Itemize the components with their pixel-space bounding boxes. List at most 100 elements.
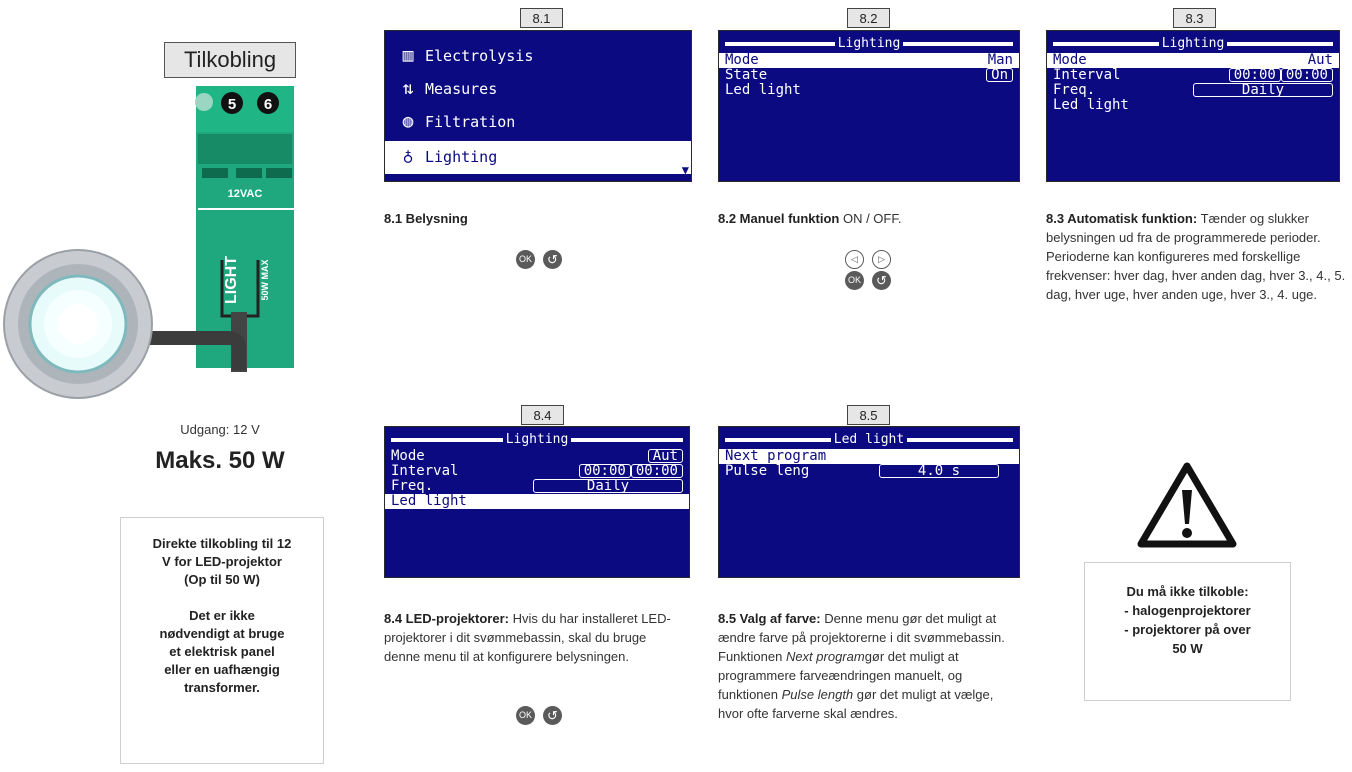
row-label: Led light <box>1053 97 1129 113</box>
note-line: transformer. <box>184 680 260 695</box>
freq-value[interactable]: Daily <box>533 479 683 493</box>
caption-emphasis: Next program <box>785 649 865 664</box>
warning-line: - halogenprojektorer <box>1124 603 1251 618</box>
row-next-program[interactable]: Next program <box>719 449 1019 464</box>
caption-title: 8.2 Manuel funktion <box>718 211 840 226</box>
menu-item-label: Measures <box>425 80 498 98</box>
note-line: et elektrisk panel <box>169 644 275 659</box>
right-arrow-button[interactable]: ▷ <box>872 250 891 269</box>
back-button[interactable]: ↺ <box>543 250 562 269</box>
caption-8-3: 8.3 Automatisk funktion: Tænder og slukk… <box>1046 209 1346 304</box>
row-label: Freq. <box>1053 82 1096 98</box>
mode-value: Man <box>987 52 1013 68</box>
left-arrow-button[interactable]: ◁ <box>845 250 864 269</box>
filtration-icon: ◍ <box>402 111 414 132</box>
warning-line: 50 W <box>1172 641 1203 656</box>
caption-8-2: 8.2 Manuel funktion ON / OFF. <box>718 209 901 228</box>
row-led-light[interactable]: Led light <box>719 83 1019 98</box>
row-label: Freq. <box>391 478 434 494</box>
row-label: Pulse leng <box>725 463 810 479</box>
back-button[interactable]: ↺ <box>872 271 891 290</box>
row-mode[interactable]: Mode Aut <box>1047 53 1339 68</box>
caption-text: ON / OFF. <box>839 211 902 226</box>
row-freq[interactable]: Freq. Daily <box>1047 83 1339 98</box>
menu-item-measures[interactable]: ⇅ Measures <box>385 73 691 106</box>
interval-end[interactable]: 00:00 <box>1280 68 1333 82</box>
note-line: Det er ikke <box>189 608 255 623</box>
terminal-6-label: 6 <box>264 96 272 113</box>
note-line: V for LED-projektor <box>162 554 282 569</box>
caption-title: 8.4 LED-projektorer: <box>384 611 509 626</box>
bulb-icon: ♁ <box>402 146 414 167</box>
row-pulse-length[interactable]: Pulse leng 4.0 s <box>719 464 1019 479</box>
screen-8-1-main-menu: ▥ Electrolysis ⇅ Measures ◍ Filtration ♁… <box>384 30 692 182</box>
row-freq[interactable]: Freq. Daily <box>385 479 689 494</box>
state-value[interactable]: On <box>986 68 1013 82</box>
row-state[interactable]: State On <box>719 68 1019 83</box>
screen-8-3-automatic: Lighting Mode Aut Interval 00:00 00:00 Fr… <box>1046 30 1340 182</box>
menu-item-label: Lighting <box>425 148 498 166</box>
max-power-label: Maks. 50 W <box>155 447 285 474</box>
screen-tag-8-4: 8.4 <box>521 405 564 425</box>
row-label: Led light <box>391 493 467 509</box>
back-button[interactable]: ↺ <box>543 706 562 725</box>
menu-item-label: Filtration <box>425 113 516 131</box>
menu-item-label: Electrolysis <box>425 47 534 65</box>
wiring-illustration: 5 6 12VAC LIGHT 50W MAX <box>3 86 294 399</box>
ok-button[interactable]: OK <box>845 271 864 290</box>
note-line <box>121 589 323 607</box>
row-led-light[interactable]: Led light <box>385 494 689 509</box>
caption-emphasis: Pulse length <box>781 687 854 702</box>
row-mode[interactable]: Mode Aut <box>385 449 689 464</box>
scroll-down-icon: ▼ <box>681 163 689 177</box>
caption-8-4: 8.4 LED-projektorer: Hvis du har install… <box>384 609 684 666</box>
screen-tag-8-1: 8.1 <box>520 8 563 28</box>
row-label: Mode <box>725 52 759 68</box>
row-interval[interactable]: Interval 00:00 00:00 <box>385 464 689 479</box>
screen-8-2-manual: Lighting Mode Man State On Led light <box>718 30 1020 182</box>
interval-start[interactable]: 00:00 <box>578 464 631 478</box>
screen-title: Led light <box>725 432 1013 447</box>
row-mode[interactable]: Mode Man <box>719 53 1019 68</box>
ok-button[interactable]: OK <box>516 706 535 725</box>
board-label-max: 50W MAX <box>260 259 270 300</box>
note-line: eller en uafhængig <box>164 662 280 677</box>
pulse-length-value[interactable]: 4.0 s <box>879 464 999 478</box>
screen-8-4-led-projectors: Lighting Mode Aut Interval 00:00 00:00 Fr… <box>384 426 690 578</box>
menu-item-lighting[interactable]: ♁ Lighting <box>385 141 691 174</box>
screen-tag-8-3: 8.3 <box>1173 8 1216 28</box>
warning-box: Du må ikke tilkoble: - halogenprojektore… <box>1084 562 1291 701</box>
screen-tag-8-2: 8.2 <box>847 8 890 28</box>
interval-start[interactable]: 00:00 <box>1228 68 1281 82</box>
warning-line: - projektorer på over <box>1124 622 1251 637</box>
caption-title: 8.3 Automatisk funktion: <box>1046 211 1198 226</box>
filter-icon: ▥ <box>402 45 414 66</box>
mode-value: Aut <box>1307 52 1333 68</box>
row-label: Mode <box>391 448 425 464</box>
mode-value[interactable]: Aut <box>647 449 683 463</box>
board-label-light: LIGHT <box>223 256 240 304</box>
row-led-light[interactable]: Led light <box>1047 98 1339 113</box>
direct-connection-note: Direkte tilkobling til 12 V for LED-proj… <box>120 517 324 764</box>
note-line: nødvendigt at bruge <box>159 626 285 641</box>
warning-icon <box>1137 462 1237 548</box>
board-label-12vac: 12VAC <box>228 188 263 200</box>
ok-button[interactable]: OK <box>516 250 535 269</box>
menu-item-electrolysis[interactable]: ▥ Electrolysis <box>385 40 691 73</box>
connection-label: Tilkobling <box>164 42 296 78</box>
freq-value[interactable]: Daily <box>1193 83 1333 97</box>
menu-item-filtration[interactable]: ◍ Filtration <box>385 106 691 139</box>
caption-8-5: 8.5 Valg af farve: Denne menu gør det mu… <box>718 609 1008 723</box>
screen-title: Lighting <box>1053 36 1333 51</box>
row-label: Interval <box>391 463 459 479</box>
caption-title: 8.1 Belysning <box>384 211 468 226</box>
note-line: Direkte tilkobling til 12 <box>152 536 292 551</box>
screen-title: Lighting <box>391 432 683 447</box>
row-interval[interactable]: Interval 00:00 00:00 <box>1047 68 1339 83</box>
row-label: State <box>725 67 768 83</box>
up-down-arrows-icon: ⇅ <box>402 78 414 99</box>
interval-end[interactable]: 00:00 <box>630 464 683 478</box>
caption-text: Funktionen <box>718 649 786 664</box>
caption-8-1: 8.1 Belysning <box>384 209 468 228</box>
output-voltage-label: Udgang: 12 V <box>180 422 260 437</box>
